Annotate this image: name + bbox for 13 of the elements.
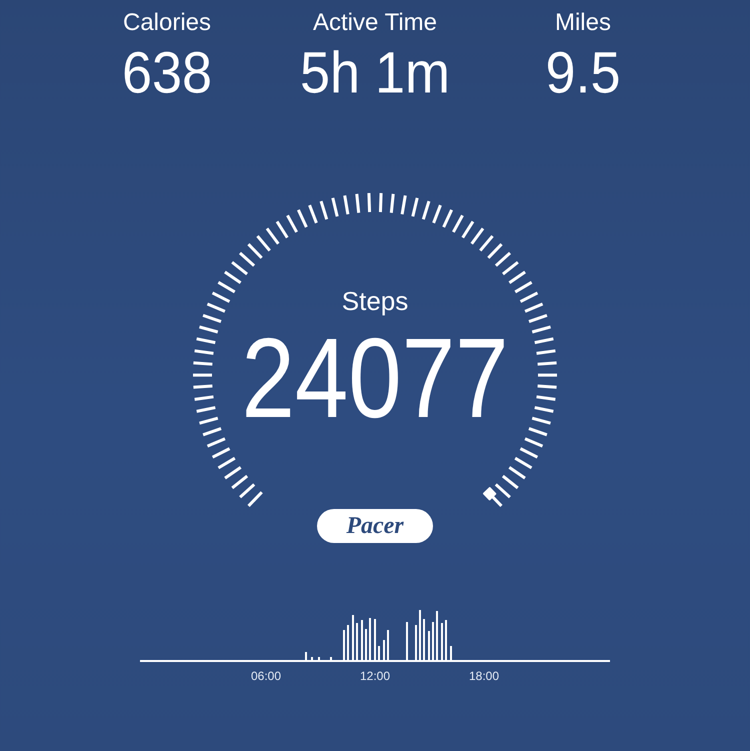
- brand-logo: Pacer: [317, 509, 433, 543]
- stat-value: 9.5: [545, 40, 621, 108]
- stat-label: Active Time: [312, 8, 438, 38]
- stat-value: 5h 1m: [300, 40, 450, 108]
- time-tick-label: 06:00: [250, 669, 282, 683]
- stat-value: 638: [122, 40, 212, 108]
- stat-label: Miles: [554, 8, 611, 38]
- time-tick-label: 12:00: [360, 669, 390, 683]
- steps-count: 24077: [242, 320, 508, 438]
- stat-label: Calories: [122, 8, 212, 38]
- time-tick-label: 18:00: [468, 669, 500, 683]
- steps-label: Steps: [342, 285, 408, 317]
- gauge-marker-icon: [482, 486, 497, 501]
